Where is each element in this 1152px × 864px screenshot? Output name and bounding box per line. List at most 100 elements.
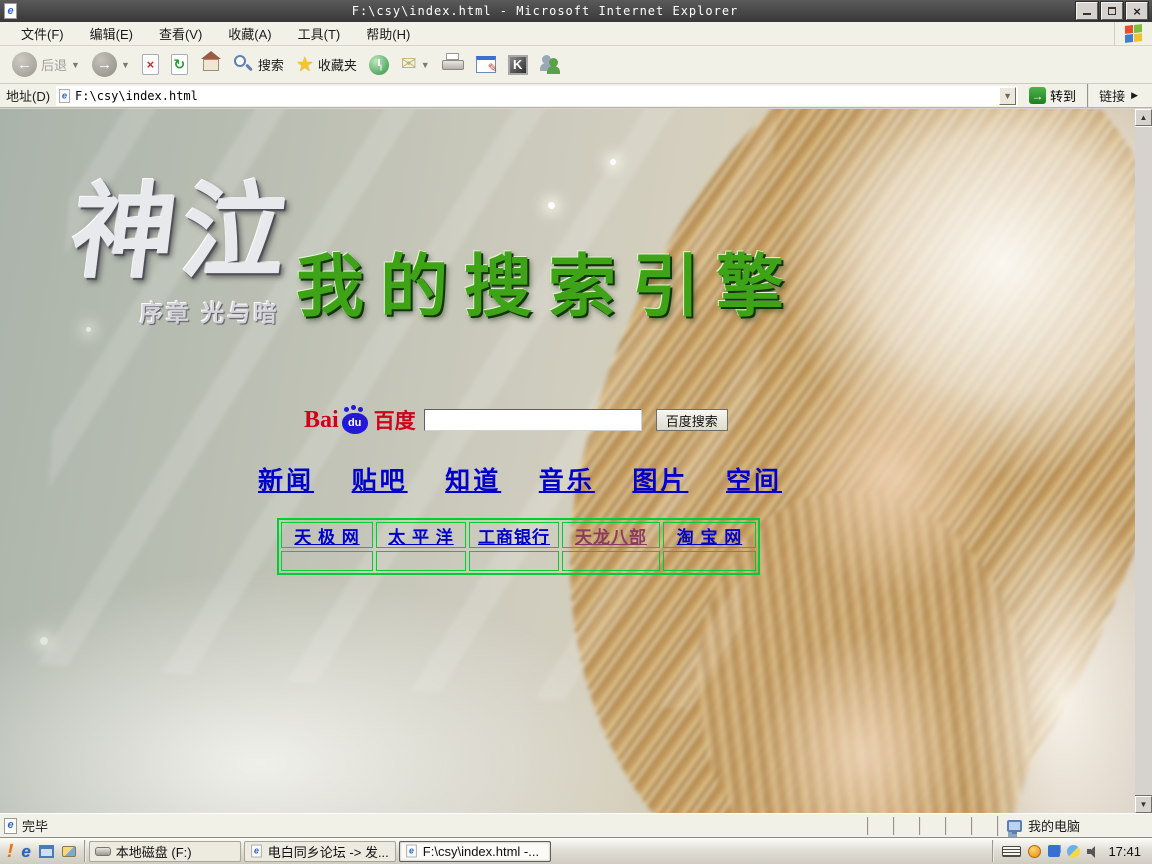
vertical-scrollbar[interactable]: ▲ ▼ [1135, 109, 1152, 813]
kaspersky-button[interactable]: K [502, 49, 534, 81]
status-bar: 完毕 我的电脑 [0, 813, 1152, 837]
links-expand-icon[interactable]: ▶ [1131, 90, 1138, 101]
refresh-button[interactable]: ↻ [165, 49, 194, 81]
task-label: 电白同乡论坛 -> 发... [268, 842, 389, 861]
launcher-icon[interactable]: ! [5, 842, 15, 861]
taskbar-window-forum[interactable]: 电白同乡论坛 -> 发... [244, 841, 396, 862]
background-dress-right [932, 439, 1152, 813]
taskbar: ! e 本地磁盘 (F:) 电白同乡论坛 -> 发... F:\csy\inde… [0, 837, 1152, 864]
menu-help[interactable]: 帮助(H) [353, 21, 423, 46]
links-toolbar[interactable]: 链接 ▶ [1087, 84, 1148, 107]
close-button[interactable]: × [1126, 2, 1148, 20]
background-mist [0, 573, 640, 813]
address-input[interactable]: F:\csy\index.html ▼ [56, 86, 1018, 106]
menu-tools[interactable]: 工具(T) [285, 21, 354, 46]
tray-downloader-icon[interactable] [1067, 845, 1080, 858]
address-label: 地址(D) [6, 86, 50, 105]
link-zhidao[interactable]: 知道 [445, 461, 501, 497]
table-cell: 天 极 网 [281, 522, 373, 548]
page-title: 我的搜索引擎 [296, 231, 800, 330]
edit-icon [476, 56, 496, 73]
stop-button[interactable]: × [136, 49, 165, 81]
refresh-icon: ↻ [171, 54, 188, 75]
forward-dropdown-icon[interactable]: ▼ [121, 60, 130, 70]
scroll-down-icon[interactable]: ▼ [1135, 796, 1152, 813]
favorites-star-icon: ★ [296, 52, 314, 77]
show-desktop-icon[interactable] [62, 846, 76, 857]
mail-button[interactable]: ✉ ▼ [395, 49, 436, 81]
home-button[interactable] [194, 49, 228, 81]
forward-button[interactable]: → ▼ [86, 49, 136, 81]
status-pane [919, 817, 945, 835]
browser-viewport: 神泣 序章 光与暗 我的搜索引擎 Bai du 百度 百度搜索 新闻 贴吧 知道… [0, 109, 1152, 813]
glow-particle [548, 202, 555, 209]
link-news[interactable]: 新闻 [258, 461, 314, 497]
address-dropdown-icon[interactable]: ▼ [999, 87, 1016, 105]
print-button[interactable] [436, 49, 470, 81]
search-icon [234, 55, 254, 75]
address-value[interactable]: F:\csy\index.html [75, 89, 999, 103]
favorites-label: 收藏夹 [318, 55, 357, 74]
history-icon [369, 55, 389, 75]
windows-logo-zone [1114, 22, 1152, 45]
internet-explorer-icon[interactable]: e [21, 843, 30, 860]
search-input[interactable] [424, 409, 642, 431]
outlook-express-icon[interactable] [39, 845, 54, 858]
link-music[interactable]: 音乐 [539, 461, 595, 497]
restore-icon [1108, 7, 1116, 15]
quick-links-table: 天 极 网 太 平 洋 工商银行 天龙八部 淘 宝 网 [277, 518, 760, 575]
title-bar: F:\csy\index.html - Microsoft Internet E… [0, 0, 1152, 22]
search-button[interactable]: 搜索 [228, 49, 290, 81]
links-label: 链接 [1099, 86, 1125, 105]
status-pane [893, 817, 919, 835]
link-space[interactable]: 空间 [726, 461, 782, 497]
link-tianlongbabu[interactable]: 天龙八部 [575, 523, 647, 548]
table-cell: 工商银行 [469, 522, 559, 548]
go-button[interactable]: → 转到 [1024, 85, 1081, 106]
baidu-logo-brand: 百度 [374, 405, 416, 435]
messenger-button[interactable] [534, 49, 568, 81]
link-taobao[interactable]: 淘 宝 网 [677, 523, 742, 548]
back-button[interactable]: ← 后退 ▼ [6, 49, 86, 81]
kaspersky-icon: K [508, 55, 528, 75]
menu-edit[interactable]: 编辑(E) [77, 21, 146, 46]
menu-favorites[interactable]: 收藏(A) [215, 21, 284, 46]
minimize-icon [1083, 8, 1091, 15]
history-button[interactable] [363, 49, 395, 81]
home-icon [200, 58, 222, 76]
menu-view[interactable]: 查看(V) [146, 21, 215, 46]
input-method-keyboard-icon[interactable] [1002, 846, 1021, 857]
scrollbar-thumb[interactable] [1135, 126, 1152, 796]
table-cell-empty [562, 551, 660, 571]
tray-face-icon[interactable] [1028, 845, 1041, 858]
volume-icon[interactable] [1087, 845, 1099, 857]
status-pane [971, 817, 997, 835]
tray-messenger-icon[interactable] [1048, 845, 1060, 857]
restore-button[interactable] [1101, 2, 1123, 20]
minimize-button[interactable] [1076, 2, 1098, 20]
link-icbc[interactable]: 工商银行 [478, 523, 550, 548]
link-pconline[interactable]: 太 平 洋 [388, 523, 453, 548]
link-images[interactable]: 图片 [632, 461, 688, 497]
baidu-search-button[interactable]: 百度搜索 [656, 409, 728, 431]
window-title: F:\csy\index.html - Microsoft Internet E… [17, 4, 1073, 18]
taskbar-window-index-active[interactable]: F:\csy\index.html -... [399, 841, 551, 862]
mail-dropdown-icon[interactable]: ▼ [421, 60, 430, 70]
menu-file[interactable]: 文件(F) [8, 21, 77, 46]
system-tray: 17:41 [992, 840, 1149, 862]
go-arrow-icon: → [1029, 87, 1046, 104]
taskbar-window-local-disk[interactable]: 本地磁盘 (F:) [89, 841, 241, 862]
windows-logo-icon [1125, 24, 1142, 43]
link-tieba[interactable]: 贴吧 [352, 461, 408, 497]
go-label: 转到 [1050, 86, 1076, 105]
mail-icon: ✉ [401, 53, 417, 76]
back-dropdown-icon[interactable]: ▼ [71, 60, 80, 70]
shaiya-logo-text: 神泣 [65, 179, 298, 288]
favorites-button[interactable]: ★ 收藏夹 [290, 49, 363, 81]
table-cell: 淘 宝 网 [663, 522, 756, 548]
background-hair-strand [660, 459, 1070, 813]
edit-button[interactable] [470, 49, 502, 81]
address-page-icon [59, 89, 70, 103]
scroll-up-icon[interactable]: ▲ [1135, 109, 1152, 126]
link-yesky[interactable]: 天 极 网 [294, 523, 359, 548]
